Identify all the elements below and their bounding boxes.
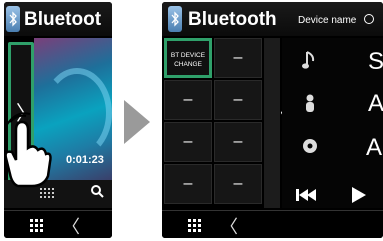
artist-icon xyxy=(306,94,314,112)
title-bar: Bluetoot xyxy=(4,2,112,36)
function-key[interactable]: – xyxy=(214,80,262,120)
bottom-bar: 〈 xyxy=(162,210,383,238)
device-indicator-icon xyxy=(364,14,374,24)
function-key[interactable]: – xyxy=(214,38,262,78)
album-disc-icon xyxy=(303,139,317,153)
play-icon[interactable] xyxy=(352,187,366,203)
artist-name: A xyxy=(368,90,383,117)
bottom-bar: 〈 xyxy=(4,210,112,238)
transition-arrow-icon xyxy=(124,100,150,144)
search-icon[interactable] xyxy=(90,184,104,198)
function-key[interactable]: – xyxy=(164,122,212,162)
finger-touch-icon xyxy=(4,112,52,188)
bt-device-change-button[interactable]: BT DEVICE CHANGE xyxy=(164,38,212,78)
function-keypad: BT DEVICE CHANGE – – – – – – – xyxy=(164,38,264,208)
function-key[interactable]: – xyxy=(164,80,212,120)
list-dots-icon[interactable] xyxy=(40,188,56,200)
previous-track-icon[interactable] xyxy=(296,188,318,202)
phone-bluetooth-icon xyxy=(6,6,20,32)
bt-device-change-label-2: CHANGE xyxy=(174,61,202,68)
music-note-icon xyxy=(302,51,315,69)
media-info-panel: S A Al xyxy=(282,38,383,208)
function-key[interactable]: – xyxy=(164,164,212,204)
song-title: S xyxy=(368,48,383,75)
bt-device-change-label: BT DEVICE xyxy=(170,52,206,59)
function-key[interactable]: – xyxy=(214,164,262,204)
phone-bluetooth-icon xyxy=(168,6,182,32)
menu-grid-icon[interactable] xyxy=(30,219,44,233)
screen-title: Bluetooth xyxy=(188,9,277,30)
device-name-label: Device name xyxy=(298,15,357,26)
menu-grid-icon[interactable] xyxy=(188,219,202,233)
screen-after: Bluetooth Device name BT DEVICE CHANGE –… xyxy=(162,2,383,238)
play-time: 0:01:23 xyxy=(66,154,104,166)
back-chevron-icon[interactable]: 〈 xyxy=(220,213,238,238)
function-key[interactable]: – xyxy=(214,122,262,162)
title-bar: Bluetooth Device name xyxy=(162,2,383,36)
back-chevron-icon[interactable]: 〈 xyxy=(62,213,80,238)
album-name: Al xyxy=(366,134,383,161)
screen-title: Bluetoot xyxy=(24,9,102,30)
